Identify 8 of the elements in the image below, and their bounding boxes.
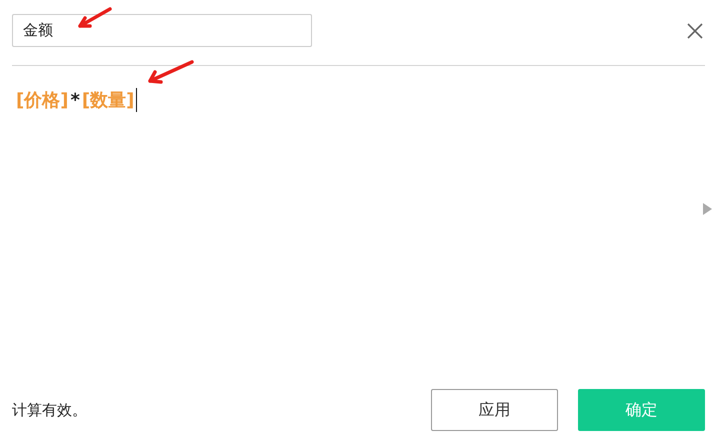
apply-button[interactable]: 应用 bbox=[431, 389, 558, 431]
close-icon[interactable] bbox=[686, 22, 704, 40]
status-text: 计算有效。 bbox=[12, 400, 87, 420]
formula-operator: * bbox=[70, 90, 80, 110]
formula-field-token: [数量] bbox=[82, 89, 134, 112]
text-cursor bbox=[136, 88, 138, 112]
name-input-field[interactable]: 金额 bbox=[12, 14, 312, 47]
formula-field-token: [价格] bbox=[16, 89, 68, 112]
